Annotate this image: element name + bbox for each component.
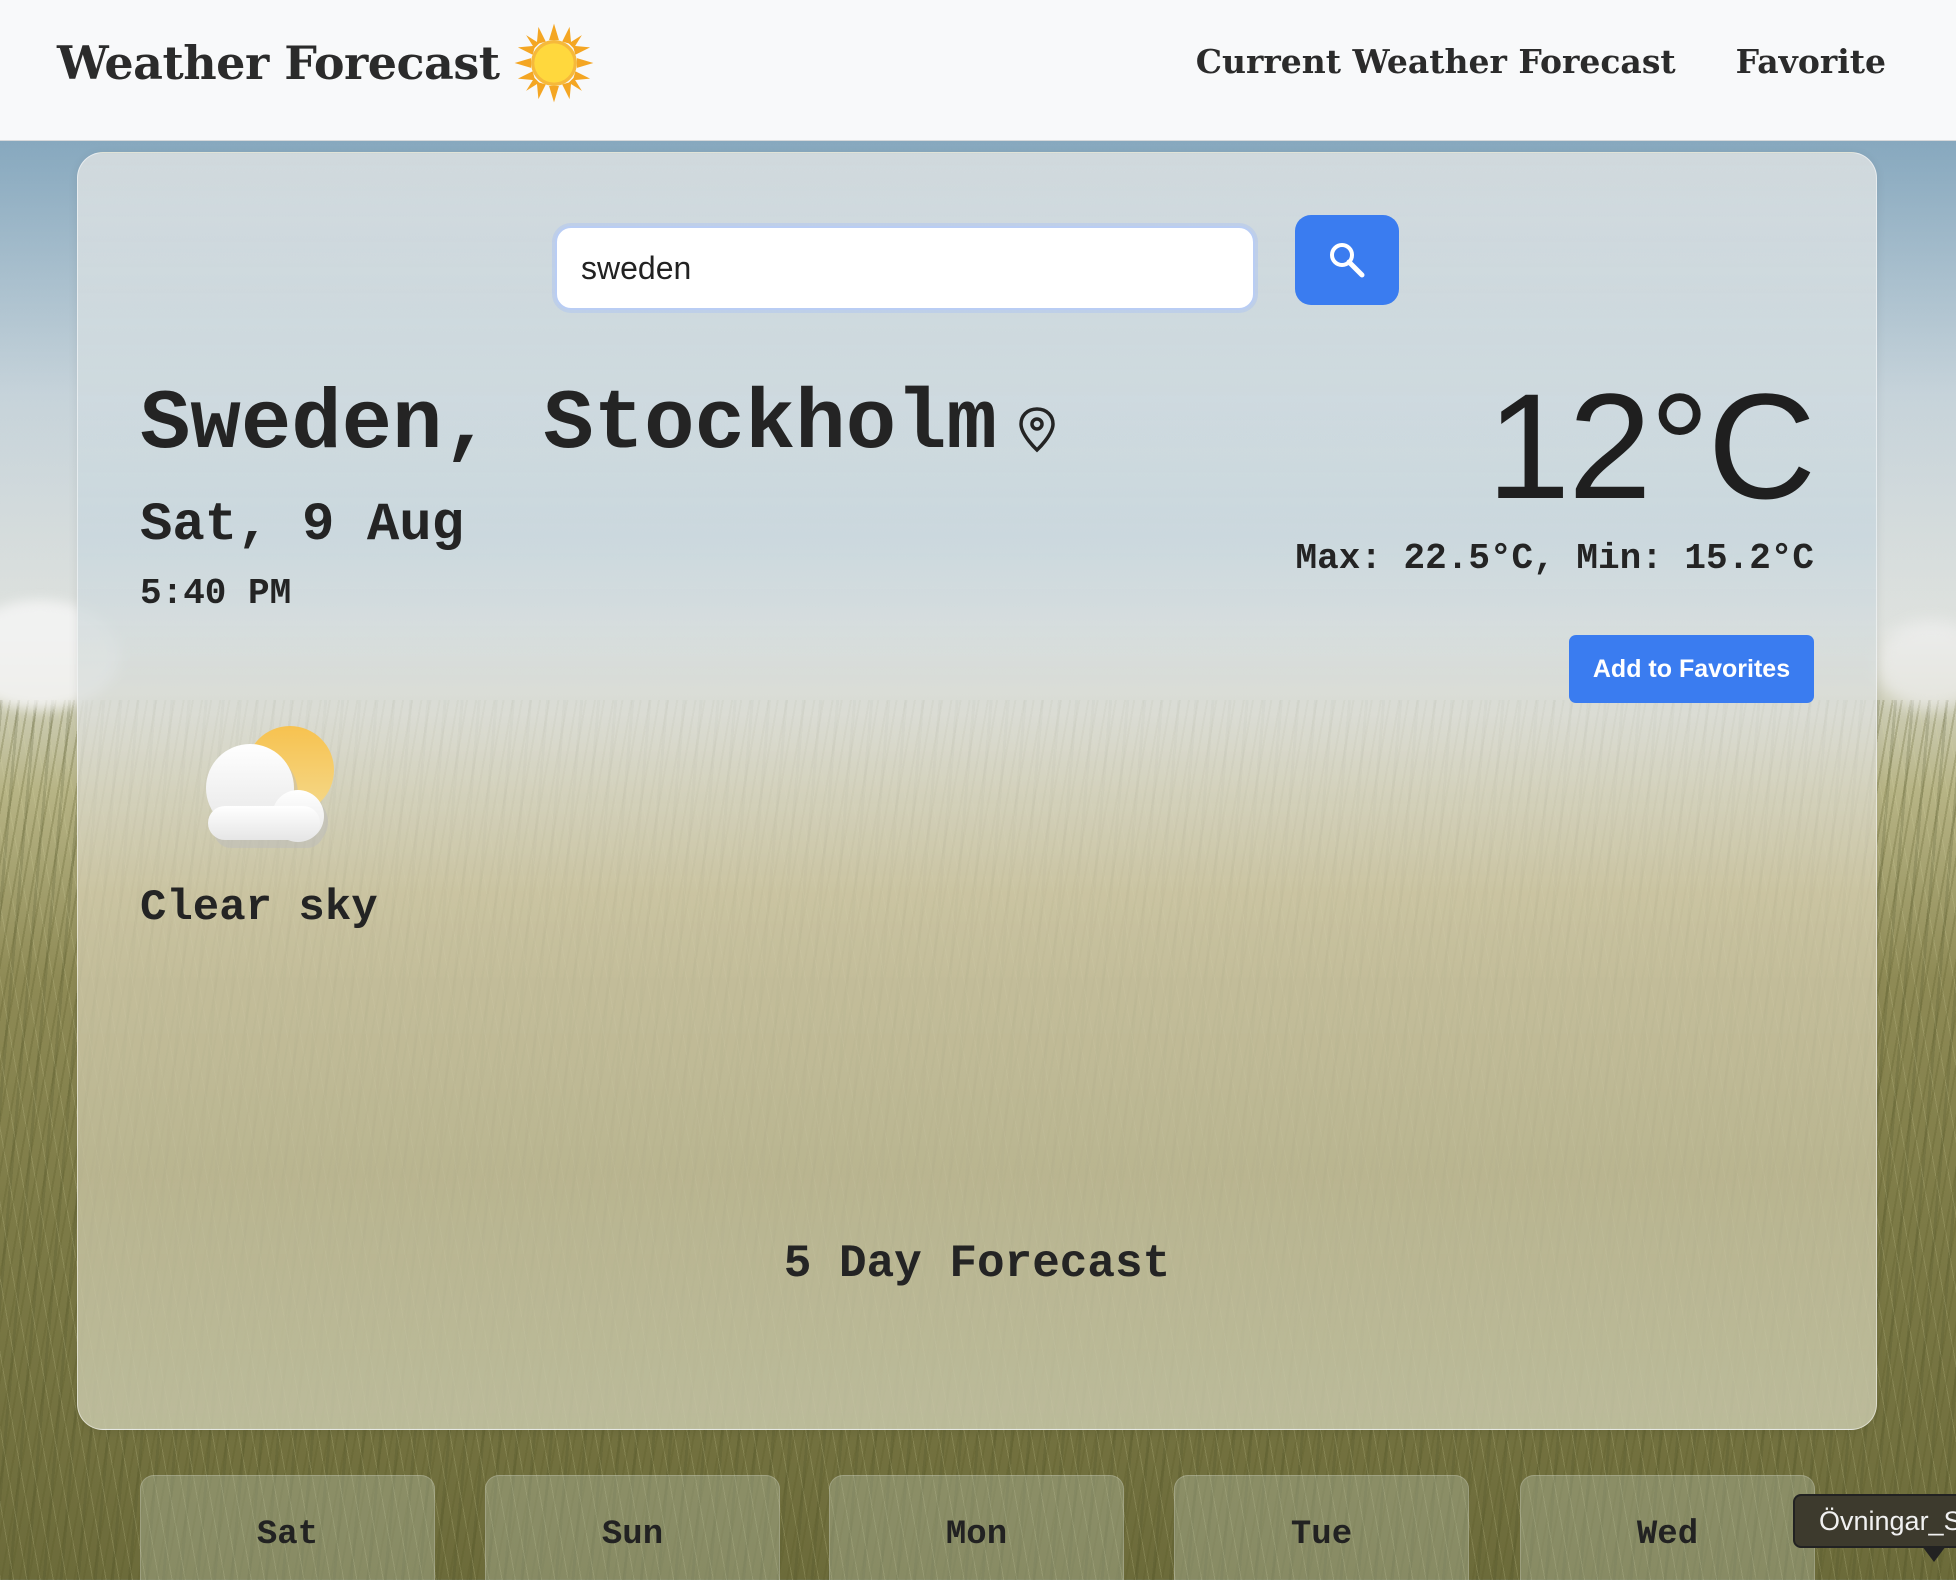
current-temperature: 12°C <box>1486 362 1816 530</box>
nav-link-favorite[interactable]: Favorite <box>1736 42 1886 81</box>
current-date: Sat, 9 Aug <box>140 495 465 556</box>
forecast-day-label: Wed <box>1636 1516 1699 1554</box>
search-input[interactable] <box>555 226 1255 310</box>
nav-links: Current Weather Forecast Favorite <box>1196 42 1886 81</box>
weather-card: Sweden, Stockholm Sat, 9 Aug 5:40 PM 12°… <box>77 152 1877 1430</box>
forecast-title: 5 Day Forecast <box>783 1238 1171 1290</box>
add-to-favorites-button[interactable]: Add to Favorites <box>1569 635 1814 703</box>
forecast-day-card[interactable]: Wed <box>1520 1475 1815 1580</box>
forecast-day-label: Tue <box>1290 1516 1353 1554</box>
nav-link-current-weather[interactable]: Current Weather Forecast <box>1196 42 1676 81</box>
brand-title: Weather Forecast <box>57 36 500 90</box>
forecast-day-card[interactable]: Sat <box>140 1475 435 1580</box>
location-title: Sweden, Stockholm <box>140 378 1057 473</box>
brand[interactable]: Weather Forecast <box>57 22 595 104</box>
forecast-day-card[interactable]: Mon <box>829 1475 1124 1580</box>
location-pin-icon <box>1019 406 1055 452</box>
forecast-day-label: Sun <box>601 1516 664 1554</box>
weather-description: Clear sky <box>140 883 378 933</box>
forecast-day-card[interactable]: Tue <box>1174 1475 1469 1580</box>
search-icon <box>1330 243 1365 278</box>
location-name: Sweden, Stockholm <box>140 378 997 473</box>
forecast-day-label: Mon <box>945 1516 1008 1554</box>
forecast-day-card[interactable]: Sun <box>485 1475 780 1580</box>
partly-cloudy-icon <box>206 726 334 848</box>
navbar: Weather Forecast Current Weather Forecas… <box>0 0 1956 141</box>
forecast-day-label: Sat <box>256 1516 319 1554</box>
tooltip: Övningar_S <box>1793 1494 1956 1548</box>
current-time: 5:40 PM <box>140 573 292 614</box>
sun-icon <box>515 23 594 103</box>
search-button[interactable] <box>1295 215 1399 305</box>
background-cloud <box>1876 620 1956 710</box>
tooltip-tail <box>1922 1546 1946 1562</box>
temperature-range: Max: 22.5°C, Min: 15.2°C <box>1295 538 1814 579</box>
